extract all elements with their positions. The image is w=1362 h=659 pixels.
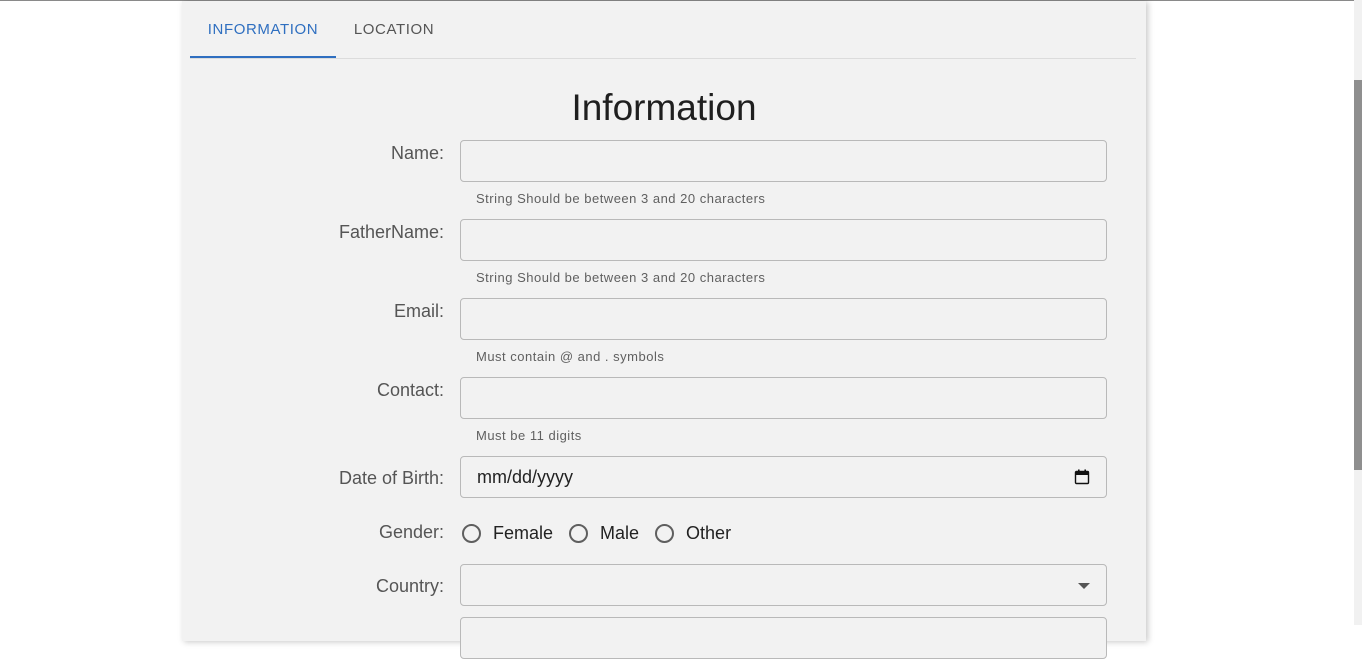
contact-field[interactable] bbox=[460, 377, 1107, 419]
name-input[interactable] bbox=[461, 141, 1106, 181]
tab-location[interactable]: LOCATION bbox=[336, 1, 452, 57]
dob-label: Date of Birth: bbox=[338, 468, 444, 488]
tab-bar: INFORMATION LOCATION bbox=[190, 1, 1136, 59]
gender-option-female[interactable]: Female bbox=[460, 523, 553, 544]
gender-option-label: Male bbox=[600, 522, 640, 543]
gender-label: Gender: bbox=[378, 522, 444, 542]
contact-input[interactable] bbox=[461, 378, 1106, 418]
father-name-field[interactable] bbox=[460, 219, 1107, 261]
radio-button-icon[interactable] bbox=[655, 523, 675, 543]
name-helper-text: String Should be between 3 and 20 charac… bbox=[476, 191, 766, 206]
father-name-label: FatherName: bbox=[338, 222, 444, 242]
father-name-input[interactable] bbox=[461, 220, 1106, 260]
country-label: Country: bbox=[375, 576, 444, 596]
radio-button-icon[interactable] bbox=[462, 523, 481, 543]
chevron-down-icon[interactable] bbox=[1078, 583, 1090, 589]
tab-information[interactable]: INFORMATION bbox=[190, 1, 336, 58]
scrollbar-track[interactable] bbox=[1354, 0, 1362, 625]
email-field[interactable] bbox=[460, 298, 1107, 340]
father-name-helper-text: String Should be between 3 and 20 charac… bbox=[476, 270, 766, 285]
page-title: Information bbox=[571, 87, 757, 128]
gender-radio-group: Female Male Other bbox=[460, 520, 745, 546]
country-select[interactable] bbox=[460, 564, 1107, 606]
email-input[interactable] bbox=[461, 299, 1106, 339]
radio-button-icon[interactable] bbox=[569, 523, 589, 543]
email-helper-text: Must contain @ and . symbols bbox=[476, 349, 665, 364]
gender-option-label: Female bbox=[493, 522, 554, 543]
gender-option-male[interactable]: Male bbox=[567, 523, 639, 544]
scrollbar-thumb[interactable] bbox=[1354, 80, 1362, 470]
dob-placeholder: mm/dd/yyyy bbox=[477, 467, 574, 487]
contact-label: Contact: bbox=[376, 380, 444, 400]
email-label: Email: bbox=[393, 301, 444, 321]
contact-helper-text: Must be 11 digits bbox=[476, 428, 582, 443]
form-card: INFORMATION LOCATION Information Name: S… bbox=[182, 1, 1146, 659]
gender-option-label: Other bbox=[686, 522, 732, 543]
next-field-partial[interactable] bbox=[460, 617, 1107, 659]
gender-option-other[interactable]: Other bbox=[653, 523, 731, 544]
calendar-icon[interactable] bbox=[1074, 469, 1090, 485]
name-label: Name: bbox=[390, 143, 444, 163]
name-field[interactable] bbox=[460, 140, 1107, 182]
dob-field[interactable]: mm/dd/yyyy bbox=[460, 456, 1107, 498]
